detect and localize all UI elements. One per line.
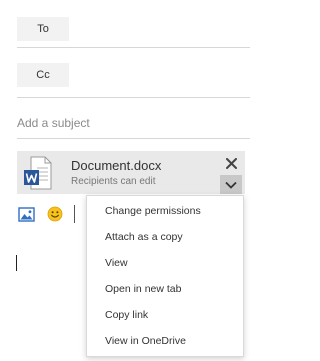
insert-picture-icon[interactable] [18, 207, 35, 222]
to-button[interactable]: To [17, 17, 69, 41]
menu-item-open-in-new-tab[interactable]: Open in new tab [105, 283, 181, 295]
menu-item-change-permissions[interactable]: Change permissions [105, 205, 201, 217]
text-cursor [16, 255, 17, 271]
emoji-icon[interactable] [47, 206, 63, 222]
cc-button[interactable]: Cc [17, 63, 69, 87]
remove-attachment-button[interactable] [222, 154, 240, 172]
attachment-permission-note: Recipients can edit [71, 176, 156, 187]
chevron-down-icon [225, 181, 237, 189]
toolbar-separator [74, 205, 75, 223]
close-icon [225, 157, 237, 169]
word-document-icon [24, 156, 52, 190]
attachment-file-name: Document.docx [71, 158, 162, 173]
attachment-options-menu: Change permissions Attach as a copy View… [86, 195, 244, 357]
subject-divider [17, 138, 250, 139]
attachment-options-button[interactable] [220, 175, 242, 194]
cc-divider [17, 97, 250, 98]
to-divider [17, 47, 250, 48]
menu-item-copy-link[interactable]: Copy link [105, 309, 148, 321]
subject-input[interactable] [17, 114, 237, 132]
menu-item-view-in-onedrive[interactable]: View in OneDrive [105, 335, 186, 347]
menu-item-attach-as-copy[interactable]: Attach as a copy [105, 231, 183, 243]
menu-item-view[interactable]: View [105, 257, 128, 269]
attachment-card[interactable]: Document.docx Recipients can edit [17, 151, 245, 194]
